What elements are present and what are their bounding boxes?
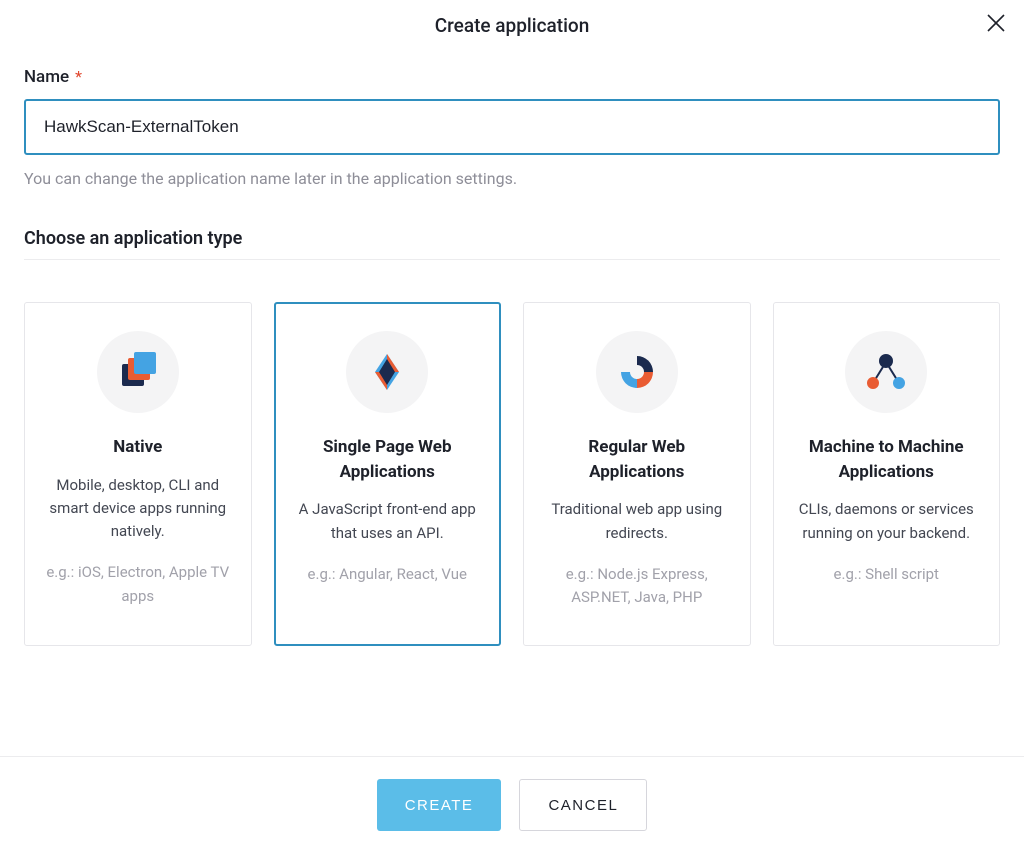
regular-icon-wrap — [596, 331, 678, 413]
card-examples: e.g.: Shell script — [792, 563, 982, 586]
app-type-card-m2m[interactable]: Machine to Machine Applications CLIs, da… — [773, 302, 1001, 646]
spa-icon — [366, 351, 408, 393]
app-type-card-regular[interactable]: Regular Web Applications Traditional web… — [523, 302, 751, 646]
create-button[interactable]: CREATE — [377, 779, 502, 831]
name-label: Name * — [24, 67, 82, 86]
card-title: Machine to Machine Applications — [792, 435, 982, 484]
modal-footer: CREATE CANCEL — [0, 756, 1024, 849]
close-button[interactable] — [982, 10, 1010, 38]
card-desc: Traditional web app using redirects. — [542, 498, 732, 545]
name-label-text: Name — [24, 67, 69, 87]
modal-header: Create application — [0, 0, 1024, 43]
regular-icon — [615, 350, 659, 394]
native-icon — [116, 350, 160, 394]
name-input[interactable] — [24, 99, 1000, 155]
m2m-icon — [863, 350, 909, 394]
card-title: Single Page Web Applications — [293, 435, 483, 484]
app-type-heading: Choose an application type — [24, 228, 1000, 260]
native-icon-wrap — [97, 331, 179, 413]
card-desc: Mobile, desktop, CLI and smart device ap… — [43, 474, 233, 544]
spa-icon-wrap — [346, 331, 428, 413]
card-title: Regular Web Applications — [542, 435, 732, 484]
card-examples: e.g.: Angular, React, Vue — [293, 563, 483, 586]
modal-body: Name * You can change the application na… — [0, 43, 1024, 756]
app-type-card-spa[interactable]: Single Page Web Applications A JavaScrip… — [274, 302, 502, 646]
card-desc: A JavaScript front-end app that uses an … — [293, 498, 483, 545]
modal-title: Create application — [20, 14, 1004, 37]
card-title: Native — [43, 435, 233, 460]
app-type-card-native[interactable]: Native Mobile, desktop, CLI and smart de… — [24, 302, 252, 646]
required-star: * — [75, 67, 82, 86]
card-examples: e.g.: iOS, Electron, Apple TV apps — [43, 561, 233, 608]
name-field-row: Name * You can change the application na… — [24, 67, 1000, 188]
name-helper-text: You can change the application name late… — [24, 169, 1000, 188]
close-icon — [986, 13, 1006, 33]
app-type-grid: Native Mobile, desktop, CLI and smart de… — [24, 302, 1000, 646]
m2m-icon-wrap — [845, 331, 927, 413]
card-examples: e.g.: Node.js Express, ASP.NET, Java, PH… — [542, 563, 732, 610]
cancel-button[interactable]: CANCEL — [519, 779, 647, 831]
create-application-modal: Create application Name * You can change… — [0, 0, 1024, 849]
card-desc: CLIs, daemons or services running on you… — [792, 498, 982, 545]
